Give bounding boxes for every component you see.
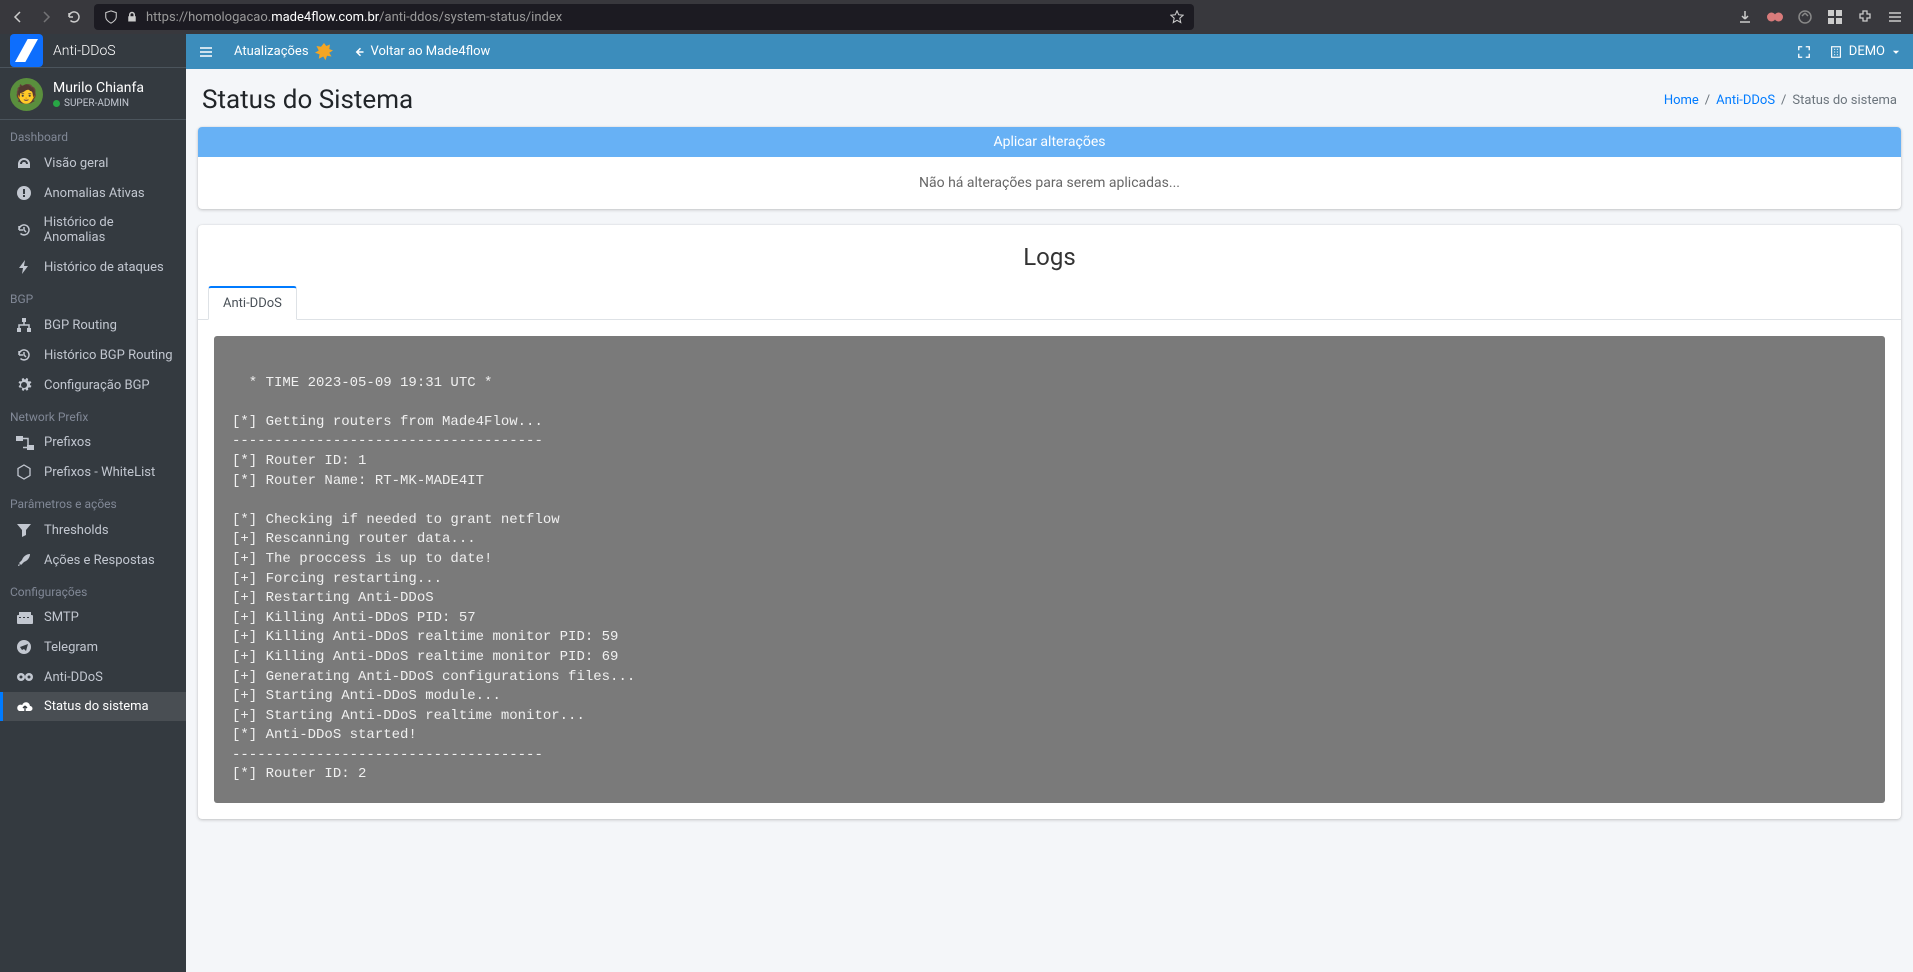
sidebar-item-anomalias-ativas[interactable]: Anomalias Ativas: [0, 178, 186, 208]
sidebar-item-label: Configuração BGP: [44, 378, 150, 393]
alert-icon: [16, 185, 34, 201]
content-header: Status do Sistema Home / Anti-DDoS / Sta…: [202, 85, 1897, 115]
apply-changes-card: Aplicar alterações Não há alterações par…: [198, 127, 1901, 209]
new-badge-icon: [315, 43, 333, 61]
nav-section-header: BGP: [0, 282, 186, 310]
sidebar-item-label: Telegram: [44, 640, 98, 655]
bolt-icon: [16, 259, 34, 275]
hex-icon: [16, 464, 34, 480]
shield-icon: [104, 10, 118, 24]
content: Status do Sistema Home / Anti-DDoS / Sta…: [186, 69, 1913, 972]
extensions-icon[interactable]: [1857, 9, 1873, 25]
telegram-icon: [16, 639, 34, 655]
nav-section-header: Network Prefix: [0, 400, 186, 428]
sidebar-item-label: SMTP: [44, 610, 79, 625]
sidebar-item-telegram[interactable]: Telegram: [0, 632, 186, 662]
sidebar-item-prefixos[interactable]: Prefixos: [0, 428, 186, 457]
sidebar-item-label: Anti-DDoS: [44, 670, 103, 685]
apply-changes-message: Não há alterações para serem aplicadas..…: [198, 157, 1901, 209]
sidebar-item-configura-o-bgp[interactable]: Configuração BGP: [0, 370, 186, 400]
sidebar-item-label: BGP Routing: [44, 318, 117, 333]
download-icon[interactable]: [1737, 9, 1753, 25]
history-icon: [16, 347, 34, 363]
sidebar-item-hist-rico-de-anomalias[interactable]: Histórico de Anomalias: [0, 208, 186, 252]
page-title: Status do Sistema: [202, 85, 413, 115]
gears-icon: [16, 669, 34, 685]
sidebar: Anti-DDoS 🧑 Murilo Chianfa SUPER-ADMIN D…: [0, 34, 186, 972]
demo-dropdown[interactable]: DEMO: [1829, 44, 1901, 59]
fullscreen-button[interactable]: [1797, 45, 1811, 59]
tab-anti-ddos[interactable]: Anti-DDoS: [208, 286, 297, 320]
filter-icon: [16, 522, 34, 538]
url-text: https://homologacao.made4flow.com.br/ant…: [146, 10, 1162, 25]
sidebar-item-hist-rico-de-ataques[interactable]: Histórico de ataques: [0, 252, 186, 282]
user-role: SUPER-ADMIN: [53, 98, 144, 109]
lock-icon: [126, 11, 138, 23]
main: Atualizações Voltar ao Made4flow DEMO: [186, 34, 1913, 972]
nav-section-header: Configurações: [0, 575, 186, 603]
sidebar-item-hist-rico-bgp-routing[interactable]: Histórico BGP Routing: [0, 340, 186, 370]
browser-chrome: https://homologacao.made4flow.com.br/ant…: [0, 0, 1913, 34]
sidebar-item-label: Thresholds: [44, 523, 109, 538]
sidebar-item-label: Prefixos - WhiteList: [44, 465, 155, 480]
gear-icon: [16, 377, 34, 393]
rocket-icon: [16, 552, 34, 568]
sidebar-item-label: Status do sistema: [44, 699, 149, 714]
sidebar-item-thresholds[interactable]: Thresholds: [0, 515, 186, 545]
sidebar-item-bgp-routing[interactable]: BGP Routing: [0, 310, 186, 340]
sync-icon[interactable]: [1797, 9, 1813, 25]
browser-reload-button[interactable]: [66, 9, 82, 25]
dashboard-icon: [16, 155, 34, 171]
sidebar-item-smtp[interactable]: SMTP: [0, 603, 186, 632]
building-icon: [1829, 45, 1843, 59]
sidebar-item-vis-o-geral[interactable]: Visão geral: [0, 148, 186, 178]
sidebar-item-label: Anomalias Ativas: [44, 186, 145, 201]
sidebar-item-label: Visão geral: [44, 156, 108, 171]
updates-link[interactable]: Atualizações: [234, 43, 333, 61]
breadcrumb-current: Status do sistema: [1792, 93, 1897, 108]
sidebar-item-label: Histórico de ataques: [44, 260, 164, 275]
history-icon: [16, 222, 34, 238]
logs-card: Logs Anti-DDoS * TIME 2023-05-09 19:31 U…: [198, 225, 1901, 819]
gamepad-icon[interactable]: [1767, 9, 1783, 25]
browser-url-bar[interactable]: https://homologacao.made4flow.com.br/ant…: [94, 4, 1194, 30]
sidebar-item-label: Ações e Respostas: [44, 553, 155, 568]
breadcrumb: Home / Anti-DDoS / Status do sistema: [1664, 93, 1897, 108]
back-to-made4flow-link[interactable]: Voltar ao Made4flow: [353, 44, 491, 59]
sidebar-item-label: Prefixos: [44, 435, 91, 450]
logs-title: Logs: [198, 225, 1901, 285]
sidebar-nav: Dashboard Visão geral Anomalias Ativas Hist…: [0, 120, 186, 721]
breadcrumb-home[interactable]: Home: [1664, 93, 1699, 108]
prefix-icon: [16, 436, 34, 450]
chevron-down-icon: [1891, 47, 1901, 57]
logs-tabs: Anti-DDoS: [198, 285, 1901, 320]
hamburger-button[interactable]: [198, 44, 214, 60]
menu-icon[interactable]: [1887, 9, 1903, 25]
user-panel: 🧑 Murilo Chianfa SUPER-ADMIN: [0, 68, 186, 120]
nav-section-header: Parâmetros e ações: [0, 487, 186, 515]
grid-icon[interactable]: [1827, 9, 1843, 25]
brand-text: Anti-DDoS: [53, 43, 116, 59]
browser-forward-button[interactable]: [38, 9, 54, 25]
cloud-icon: [16, 700, 34, 714]
sidebar-item-label: Histórico de Anomalias: [44, 215, 176, 245]
smtp-icon: [16, 611, 34, 625]
sidebar-item-status-do-sistema[interactable]: Status do sistema: [0, 692, 186, 721]
topbar: Atualizações Voltar ao Made4flow DEMO: [186, 34, 1913, 69]
sidebar-item-anti-ddos[interactable]: Anti-DDoS: [0, 662, 186, 692]
routing-icon: [16, 317, 34, 333]
nav-section-header: Dashboard: [0, 120, 186, 148]
brand[interactable]: Anti-DDoS: [0, 34, 186, 68]
browser-back-button[interactable]: [10, 9, 26, 25]
sidebar-item-label: Histórico BGP Routing: [44, 348, 173, 363]
sidebar-item-a-es-e-respostas[interactable]: Ações e Respostas: [0, 545, 186, 575]
log-output: * TIME 2023-05-09 19:31 UTC * [*] Gettin…: [214, 336, 1885, 803]
breadcrumb-section[interactable]: Anti-DDoS: [1716, 93, 1775, 108]
user-name: Murilo Chianfa: [53, 80, 144, 96]
avatar[interactable]: 🧑: [10, 78, 43, 111]
bookmark-star-icon[interactable]: [1170, 10, 1184, 24]
brand-logo: [10, 34, 43, 67]
apply-changes-button[interactable]: Aplicar alterações: [198, 127, 1901, 157]
sidebar-item-prefixos-whitelist[interactable]: Prefixos - WhiteList: [0, 457, 186, 487]
